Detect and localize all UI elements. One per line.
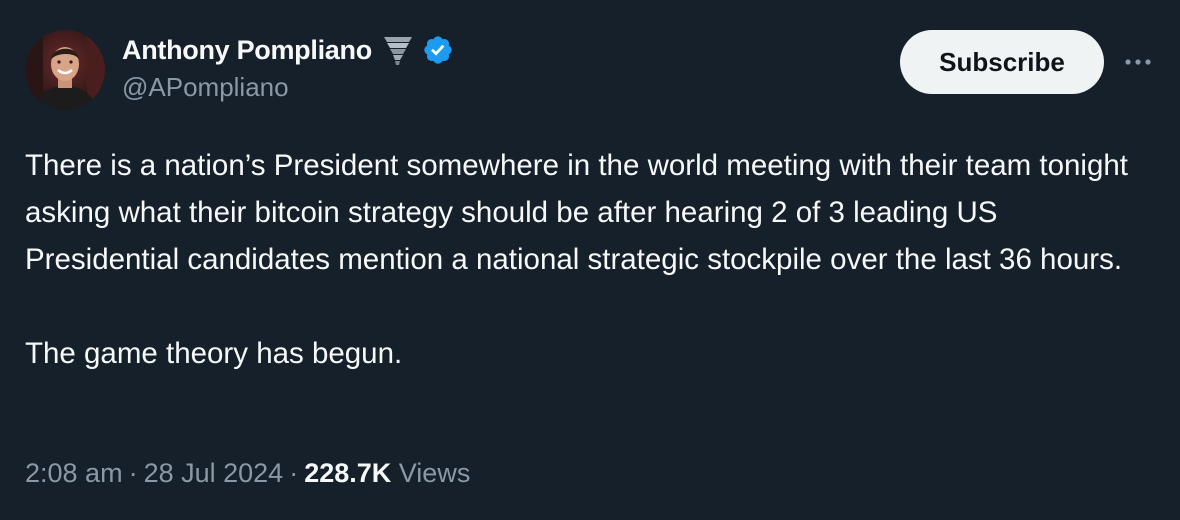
subscribe-button[interactable]: Subscribe	[900, 30, 1104, 94]
tornado-icon	[382, 33, 414, 67]
tweet-card: Anthony Pompliano @APompliano Subscribe	[0, 0, 1180, 520]
avatar[interactable]	[25, 30, 105, 110]
meta-separator: ·	[128, 458, 138, 488]
tweet-paragraph: There is a nation’s President somewhere …	[25, 149, 1128, 276]
more-horizontal-icon[interactable]	[1120, 50, 1160, 74]
tweet-time[interactable]: 2:08 am	[25, 458, 123, 488]
name-row: Anthony Pompliano	[122, 30, 454, 70]
views-count: 228.7K	[304, 458, 392, 488]
views-label: Views	[398, 458, 471, 488]
tweet-text: There is a nation’s President somewhere …	[25, 142, 1155, 377]
author-block: Anthony Pompliano @APompliano	[122, 30, 454, 103]
meta-separator: ·	[289, 458, 299, 488]
tweet-date[interactable]: 28 Jul 2024	[144, 458, 284, 488]
tweet-paragraph: The game theory has begun.	[25, 337, 403, 370]
tweet-meta: 2:08 am · 28 Jul 2024 · 228.7K Views	[25, 458, 470, 489]
verified-badge-icon[interactable]	[422, 34, 454, 66]
author-handle[interactable]: @APompliano	[122, 72, 454, 103]
display-name[interactable]: Anthony Pompliano	[122, 35, 372, 66]
